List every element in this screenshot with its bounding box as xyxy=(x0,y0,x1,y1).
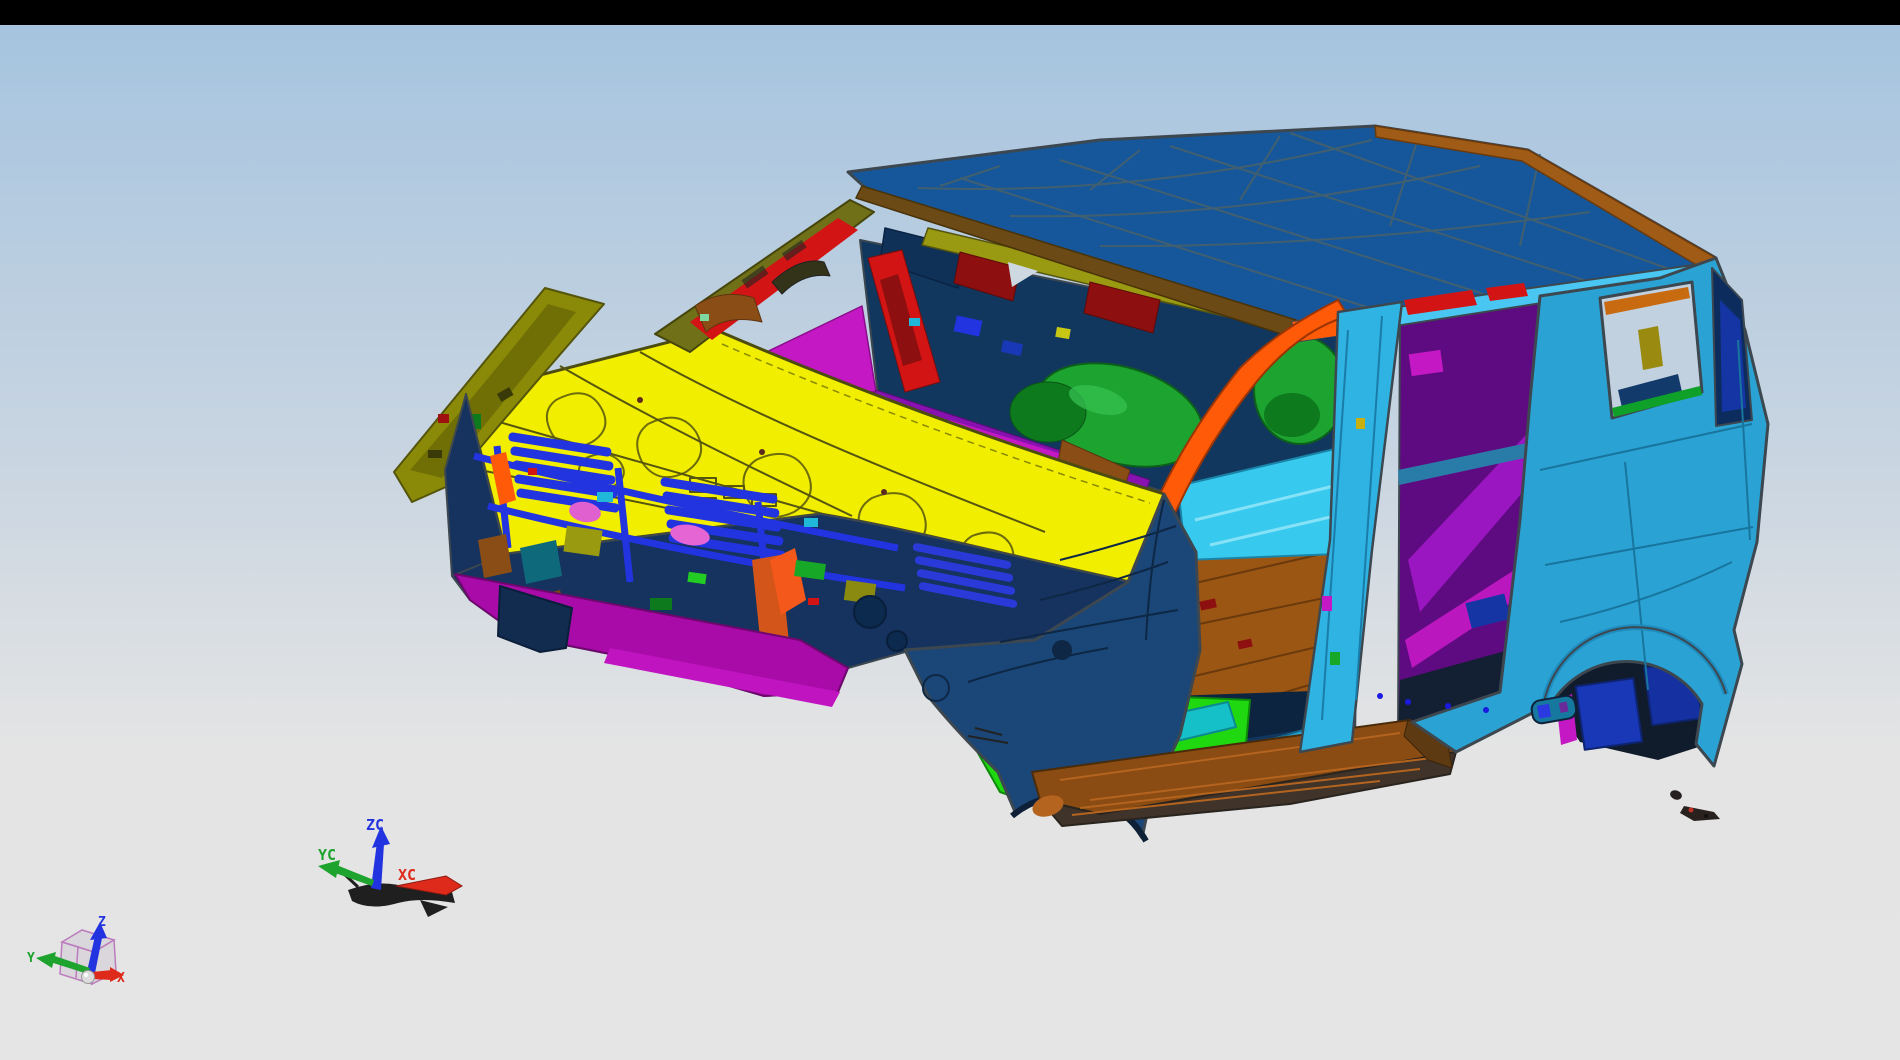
quarter-window[interactable] xyxy=(1600,282,1702,418)
datum-y-label: Y xyxy=(27,951,35,966)
wcs-x-label: XC xyxy=(398,866,416,884)
wcs-z-label: ZC xyxy=(366,816,384,834)
datum-x-label: X xyxy=(117,971,125,986)
cad-application-window: ZC YC XC Z Y X xyxy=(0,0,1900,1060)
datum-z-label: Z xyxy=(98,915,106,930)
top-bar xyxy=(0,0,1900,25)
datum-origin-ball xyxy=(82,971,95,984)
wcs-y-label: YC xyxy=(318,846,336,864)
wheelhouse-box1 xyxy=(1576,678,1642,749)
